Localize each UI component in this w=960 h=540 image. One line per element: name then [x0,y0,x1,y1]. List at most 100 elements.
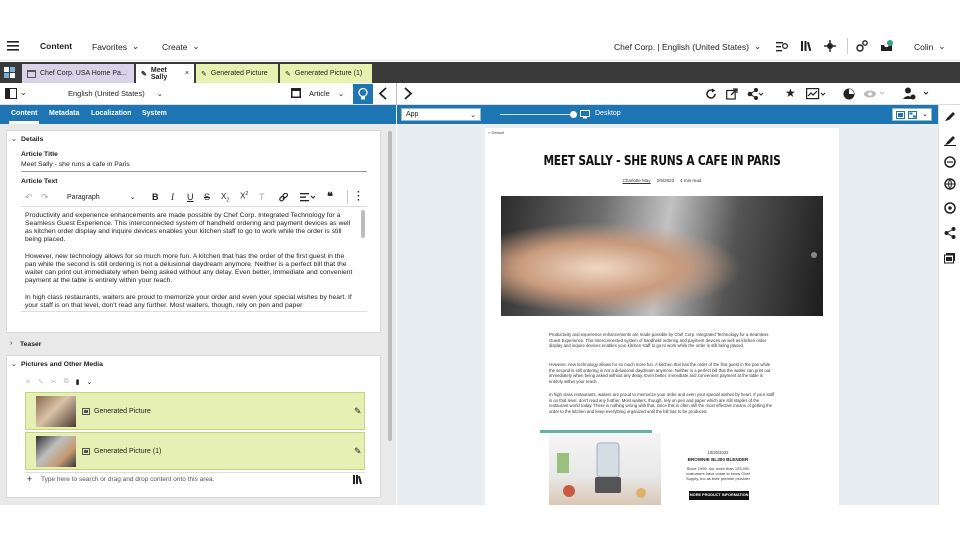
idea-bulb-button[interactable] [353,84,373,104]
media-thumbnail [36,396,76,427]
chevron-down-icon: ⌄ [156,89,163,98]
article-title-input[interactable]: Meet Sally - she runs a cafe in Paris [21,161,367,172]
subtab-system[interactable]: System [142,110,167,117]
italic-icon[interactable]: I [171,192,174,202]
preview-paragraph: In high class restaurants, waiters are p… [549,392,775,414]
preview-panel: App ⌄ Desktop ⌄ < Default MEET SALLY - SH… [397,105,938,505]
media-drop-input[interactable]: + Type here to search or drag and drop c… [25,472,365,485]
tab-generated-picture-1[interactable]: ✎ Generated Picture (1) [280,64,372,83]
chevron-down-icon: ⌄ [470,111,476,119]
edit-pen-icon[interactable] [944,110,956,122]
promo-button[interactable]: MORE PRODUCT INFORMATION [689,491,749,500]
paste-icon[interactable]: ▮ [76,378,80,386]
superscript-icon[interactable]: X2 [240,191,248,201]
user-menu[interactable]: Colin ⌄ [914,41,946,52]
subtab-localization[interactable]: Localization [91,110,131,117]
author-link[interactable]: Charlotte May [623,178,651,183]
share-tree-icon[interactable] [747,88,763,100]
hamburger-menu-icon[interactable] [7,41,19,51]
gallery-icon[interactable] [944,252,956,264]
details-header: Details [21,136,44,143]
media-item[interactable]: Generated Picture ✎ [25,392,365,430]
clear-format-icon[interactable]: T [259,192,265,202]
time-icon[interactable] [843,88,855,100]
tab-overview-icon[interactable] [4,67,16,78]
paragraph-select[interactable]: Paragraph ⌄ [67,193,136,202]
library-icon[interactable] [801,40,812,52]
target-icon[interactable] [824,40,836,52]
create-menu[interactable]: Create ⌄ [162,41,200,52]
zoom-slider[interactable] [500,114,574,115]
collapse-left-icon[interactable] [378,87,388,100]
editor-subtabs: Content Metadata Localization System [0,105,396,124]
teaser-header: Teaser [20,341,42,348]
inbox-icon[interactable] [880,40,894,52]
persona-icon[interactable] [903,87,931,100]
remove-icon[interactable]: ✕ [25,378,31,386]
app-select[interactable]: App ⌄ [401,108,481,121]
close-icon[interactable]: × [185,70,189,77]
sync-icon[interactable] [944,202,956,214]
subtab-content[interactable]: Content [11,110,37,117]
promo-title: BROWNIE BL300 BLENDER [687,457,749,462]
refresh-icon[interactable] [705,88,717,100]
globe-off-icon[interactable] [944,178,956,190]
media-item[interactable]: Generated Picture (1) ✎ [25,432,365,470]
subtab-metadata[interactable]: Metadata [49,110,79,117]
library-icon[interactable] [353,475,362,484]
content-type-selector[interactable]: Article ⌄ [291,88,344,98]
pencil-icon[interactable]: ✎ [354,406,362,417]
tab-label: Meet Sally [150,66,168,81]
chevron-down-icon[interactable]: ⌄ [86,378,92,386]
star-icon[interactable]: ★ [785,87,796,99]
carousel-next-icon[interactable] [811,252,817,258]
workflow-icon[interactable] [856,40,868,52]
expand-right-icon[interactable] [403,87,413,100]
tab-generated-picture[interactable]: ✎ Generated Picture [196,64,278,83]
panel-scrollbar[interactable] [388,131,392,441]
more-options-icon[interactable]: · · · [357,188,360,206]
underline-icon[interactable]: U [187,192,194,202]
chevron-down-icon: ⌄ [753,41,762,51]
article-icon [291,88,301,98]
bold-icon[interactable]: B [152,192,159,202]
media-thumbnail [36,436,76,467]
strikethrough-icon[interactable]: S [204,192,210,202]
cut-icon[interactable]: ✂ [51,378,57,386]
teaser-section[interactable]: › Teaser [6,337,381,353]
active-tab-indicator [9,121,39,124]
quote-icon[interactable]: ❝ [327,190,333,203]
link-icon[interactable] [279,193,289,203]
tab-home-page[interactable]: Chef Corp. USA Home Pa... [22,64,134,83]
chevron-down-icon: ⌄ [922,111,928,118]
zoom-slider-handle[interactable] [570,111,577,118]
favorites-menu[interactable]: Favorites ⌄ [92,41,139,52]
share-icon[interactable] [944,227,956,239]
locale-selector[interactable]: English (United States) ⌄ [68,89,163,98]
split-view-icon[interactable] [5,88,17,99]
pencil-icon[interactable]: ✎ [354,446,362,457]
preview-breadcrumb[interactable]: < Default [488,130,504,135]
desktop-icon[interactable] [580,110,590,119]
open-external-icon[interactable] [726,88,738,100]
copy-icon[interactable]: ⧉ [64,378,69,386]
chevron-down-icon[interactable]: ⌄ [20,88,27,97]
translate-icon[interactable] [944,156,956,168]
analytics-icon[interactable] [806,88,826,100]
undo-icon[interactable]: ↶ [25,192,33,203]
tab-meet-sally[interactable]: ✎ Meet Sally × [136,64,194,83]
article-text-editor[interactable]: Productivity and experience enhancements… [21,208,367,312]
search-list-icon[interactable] [776,41,788,52]
site-selector[interactable]: Chef Corp. | English (United States) ⌄ [614,41,761,52]
visibility-icon[interactable] [864,89,886,99]
chevron-down-icon[interactable]: ⌄ [11,360,17,368]
preview-paragraph: Productivity and experience enhancements… [549,332,769,349]
edit-note-icon[interactable] [944,134,956,146]
chevron-down-icon[interactable]: ⌄ [11,135,17,143]
redo-icon[interactable]: ↷ [41,192,49,203]
layout-toggle[interactable]: ⌄ [892,108,932,121]
edit-icon[interactable]: ✎ [38,378,44,386]
align-icon[interactable] [300,193,316,202]
subscript-icon[interactable]: X2 [221,192,229,204]
editor-scrollbar[interactable] [361,210,365,238]
